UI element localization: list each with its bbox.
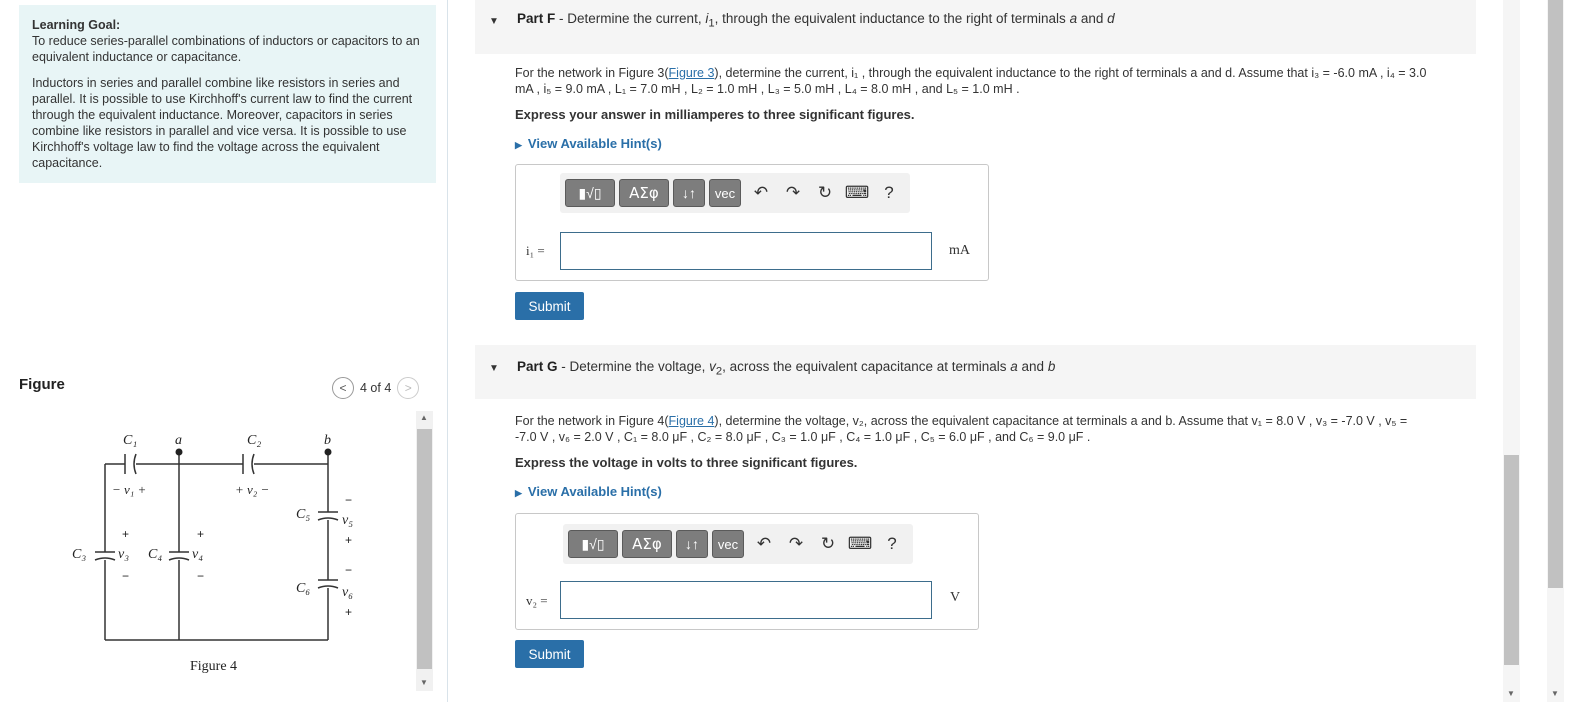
- label-c3: C₃: [72, 547, 86, 562]
- label-v5: v₅: [342, 513, 353, 528]
- page-scroll-thumb[interactable]: [1548, 0, 1563, 588]
- caret-down-icon[interactable]: ▼: [489, 363, 499, 374]
- part-g-description: For the network in Figure 4(Figure 4), d…: [515, 414, 1408, 444]
- label-v2: + v₂ −: [235, 482, 269, 497]
- part-f-description: For the network in Figure 3(Figure 3), d…: [515, 66, 1427, 96]
- part-f-answer-input[interactable]: [560, 232, 932, 270]
- chevron-right-icon: >: [404, 381, 412, 395]
- keyboard-icon[interactable]: ⌨: [841, 179, 873, 207]
- plus-v5: +: [345, 533, 352, 547]
- sqrt-template-icon: ▮√▯: [581, 535, 605, 552]
- scroll-up-icon[interactable]: ▲: [420, 413, 428, 422]
- label-v6: v₆: [342, 585, 353, 600]
- redo-icon[interactable]: ↷: [777, 179, 809, 207]
- label-v3: v₃: [118, 547, 129, 562]
- reset-icon[interactable]: ↻: [809, 179, 841, 207]
- scroll-down-icon[interactable]: ▼: [1507, 689, 1515, 698]
- minus-v6: −: [345, 563, 352, 577]
- undo-icon[interactable]: ↶: [748, 530, 780, 558]
- part-f-hint-link[interactable]: ▶ View Available Hint(s): [515, 136, 662, 151]
- part-g-math-toolbar: ▮√▯ ΑΣφ ↓↑ vec ↶ ↷ ↻ ⌨ ?: [563, 524, 913, 564]
- terminal-b-dot: [324, 448, 332, 456]
- help-icon[interactable]: ?: [873, 179, 905, 207]
- vector-button[interactable]: vec: [712, 530, 744, 558]
- subscript-superscript-button[interactable]: ↓↑: [673, 179, 705, 207]
- part-g-instruction: Express the voltage in volts to three si…: [515, 455, 858, 470]
- part-f-math-toolbar: ▮√▯ ΑΣφ ↓↑ vec ↶ ↷ ↻ ⌨ ?: [560, 173, 910, 213]
- figure-caption: Figure 4: [190, 659, 237, 674]
- figure-heading: Figure: [19, 376, 65, 393]
- part-f-answer-box: ▮√▯ ΑΣφ ↓↑ vec ↶ ↷ ↻ ⌨ ? i₁ = mA: [515, 164, 989, 281]
- label-c4: C₄: [148, 547, 162, 562]
- plus-v6: +: [345, 605, 352, 619]
- part-g-title: Part G - Determine the voltage, v2, acro…: [517, 359, 1056, 378]
- part-f-unit: mA: [949, 243, 970, 258]
- minus-v4: −: [197, 569, 204, 583]
- label-v1: − v₁ +: [112, 482, 146, 497]
- label-a: a: [175, 433, 182, 448]
- help-icon[interactable]: ?: [876, 530, 908, 558]
- learning-goal: Learning Goal: To reduce series-parallel…: [19, 5, 436, 183]
- figure-3-link[interactable]: Figure 3: [669, 66, 715, 80]
- part-f-title: Part F - Determine the current, i1, thro…: [517, 11, 1115, 30]
- label-c1: C₁: [123, 433, 137, 448]
- part-g-answer-input[interactable]: [560, 581, 932, 619]
- chevron-left-icon: <: [339, 381, 347, 395]
- templates-button[interactable]: ▮√▯: [565, 179, 615, 207]
- caret-right-icon: ▶: [515, 140, 522, 150]
- label-b: b: [324, 433, 331, 448]
- subscript-superscript-button[interactable]: ↓↑: [676, 530, 708, 558]
- content-scrollbar[interactable]: ▼: [1503, 0, 1520, 702]
- label-c5: C₅: [296, 507, 310, 522]
- scroll-down-icon[interactable]: ▼: [420, 678, 428, 687]
- plus-v3: +: [122, 527, 129, 541]
- figure-scrollbar[interactable]: ▲ ▼: [416, 411, 433, 691]
- label-c2: C₂: [247, 433, 261, 448]
- part-f-submit-button[interactable]: Submit: [515, 292, 584, 320]
- greek-symbols-button[interactable]: ΑΣφ: [619, 179, 669, 207]
- minus-v5: −: [345, 493, 352, 507]
- part-f-instruction: Express your answer in milliamperes to t…: [515, 107, 915, 122]
- content-scroll-thumb[interactable]: [1504, 455, 1519, 665]
- minus-v3: −: [122, 569, 129, 583]
- greek-symbols-button[interactable]: ΑΣφ: [622, 530, 672, 558]
- keyboard-icon[interactable]: ⌨: [844, 530, 876, 558]
- figure-prev-button[interactable]: <: [332, 377, 354, 399]
- learning-goal-intro: To reduce series-parallel combinations o…: [32, 34, 420, 64]
- left-panel: Learning Goal: To reduce series-parallel…: [0, 0, 448, 702]
- figure-scroll-thumb[interactable]: [417, 429, 432, 669]
- label-c6: C₆: [296, 581, 310, 596]
- templates-button[interactable]: ▮√▯: [568, 530, 618, 558]
- learning-goal-title: Learning Goal:: [32, 18, 121, 32]
- reset-icon[interactable]: ↻: [812, 530, 844, 558]
- part-g-hint-link[interactable]: ▶ View Available Hint(s): [515, 484, 662, 499]
- part-g-unit: V: [950, 590, 961, 605]
- part-g-header[interactable]: ▼ Part G - Determine the voltage, v2, ac…: [475, 345, 1476, 399]
- vector-button[interactable]: vec: [709, 179, 741, 207]
- part-g-submit-button[interactable]: Submit: [515, 640, 584, 668]
- figure-next-button[interactable]: >: [397, 377, 420, 399]
- redo-icon[interactable]: ↷: [780, 530, 812, 558]
- sqrt-template-icon: ▮√▯: [578, 184, 602, 201]
- learning-goal-body: Inductors in series and parallel combine…: [32, 76, 413, 170]
- figure-4-link[interactable]: Figure 4: [669, 414, 715, 428]
- circuit-figure-4: C₁ a C₂ b − v₁ + + v₂ − C₃ v₃ C₄ v₄ C₅ v…: [72, 433, 353, 674]
- label-v4: v₄: [192, 547, 203, 562]
- plus-v4: +: [197, 527, 204, 541]
- part-f-answer-label: i₁ =: [526, 243, 545, 258]
- terminal-a-dot: [175, 448, 183, 456]
- part-g-answer-box: ▮√▯ ΑΣφ ↓↑ vec ↶ ↷ ↻ ⌨ ? v₂ = V: [515, 513, 979, 630]
- part-g-answer-label: v₂ =: [526, 593, 548, 608]
- undo-icon[interactable]: ↶: [745, 179, 777, 207]
- figure-count: 4 of 4: [360, 381, 392, 395]
- caret-down-icon[interactable]: ▼: [489, 16, 499, 27]
- scroll-down-icon[interactable]: ▼: [1551, 689, 1559, 698]
- page-scrollbar[interactable]: ▼: [1547, 0, 1564, 702]
- caret-right-icon: ▶: [515, 488, 522, 498]
- right-panel: ▼ Part F - Determine the current, i1, th…: [449, 0, 1569, 702]
- figure-pager: < 4 of 4 >: [332, 377, 420, 399]
- part-f-header[interactable]: ▼ Part F - Determine the current, i1, th…: [475, 0, 1476, 54]
